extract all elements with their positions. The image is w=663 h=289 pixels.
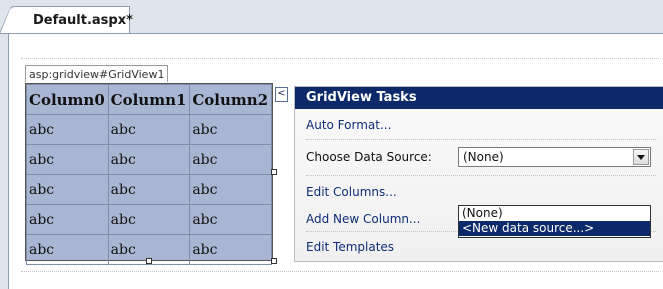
table-cell: abc	[189, 204, 272, 235]
surface-guide-top	[21, 58, 661, 59]
data-source-dropdown-list: (None) <New data source...>	[458, 205, 651, 238]
edit-columns-link[interactable]: Edit Columns...	[306, 184, 397, 200]
dropdown-option-none[interactable]: (None)	[459, 206, 650, 221]
edit-templates-link[interactable]: Edit Templates	[306, 239, 394, 255]
table-cell: abc	[107, 174, 191, 205]
data-source-selected-value: (None)	[463, 150, 504, 164]
tab-edge-inner	[0, 7, 11, 34]
dropdown-option-new-data-source[interactable]: <New data source...>	[459, 221, 650, 236]
table-row: abc abc abc	[26, 204, 272, 235]
column-header: Column0	[26, 84, 109, 115]
auto-format-link[interactable]: Auto Format...	[306, 117, 391, 133]
resize-handle-corner[interactable]	[271, 258, 277, 264]
chevron-left-icon: <	[277, 88, 286, 99]
gridview-tasks-panel: GridView Tasks Auto Format... Choose Dat…	[294, 86, 663, 262]
data-source-select[interactable]: (None)	[458, 147, 651, 167]
table-row: abc abc abc	[26, 144, 272, 175]
table-cell: abc	[26, 174, 109, 205]
add-new-column-link[interactable]: Add New Column...	[306, 211, 420, 227]
choose-data-source-label: Choose Data Source:	[306, 150, 432, 164]
task-separator	[306, 139, 656, 140]
table-cell: abc	[189, 144, 272, 175]
task-separator	[306, 175, 656, 176]
table-row: abc abc abc	[26, 174, 272, 205]
header-row: Column0 Column1 Column2	[26, 84, 272, 115]
table-row: abc abc abc	[26, 114, 272, 145]
table-cell: abc	[189, 174, 272, 205]
table-cell: abc	[189, 114, 272, 145]
gridview-tag-label: asp:gridview#GridView1	[25, 65, 169, 82]
gridview-control[interactable]: Column0 Column1 Column2 abc abc abc abc …	[25, 83, 273, 265]
table-cell: abc	[26, 204, 109, 235]
table-cell: abc	[26, 144, 109, 175]
design-surface[interactable]: asp:gridview#GridView1 Column0 Column1 C…	[8, 34, 663, 289]
gridview-table: Column0 Column1 Column2 abc abc abc abc …	[26, 84, 272, 265]
chevron-down-icon[interactable]	[633, 149, 649, 165]
column-header: Column2	[189, 84, 272, 115]
tasks-panel-title: GridView Tasks	[295, 87, 663, 109]
resize-handle-right[interactable]	[271, 169, 277, 175]
table-cell: abc	[107, 144, 191, 175]
smart-tag-collapse-button[interactable]: <	[275, 87, 288, 102]
table-cell: abc	[107, 114, 191, 145]
surface-guide-bottom	[21, 271, 661, 272]
tab-title: Default.aspx*	[33, 13, 133, 28]
table-cell: abc	[107, 204, 191, 235]
document-tabstrip: Default.aspx*	[0, 0, 663, 34]
tab-default-aspx[interactable]: Default.aspx*	[0, 6, 133, 34]
resize-handle-bottom[interactable]	[146, 258, 152, 264]
table-cell: abc	[189, 234, 272, 265]
table-cell: abc	[26, 114, 109, 145]
column-header: Column1	[107, 84, 191, 115]
table-cell: abc	[26, 234, 109, 265]
